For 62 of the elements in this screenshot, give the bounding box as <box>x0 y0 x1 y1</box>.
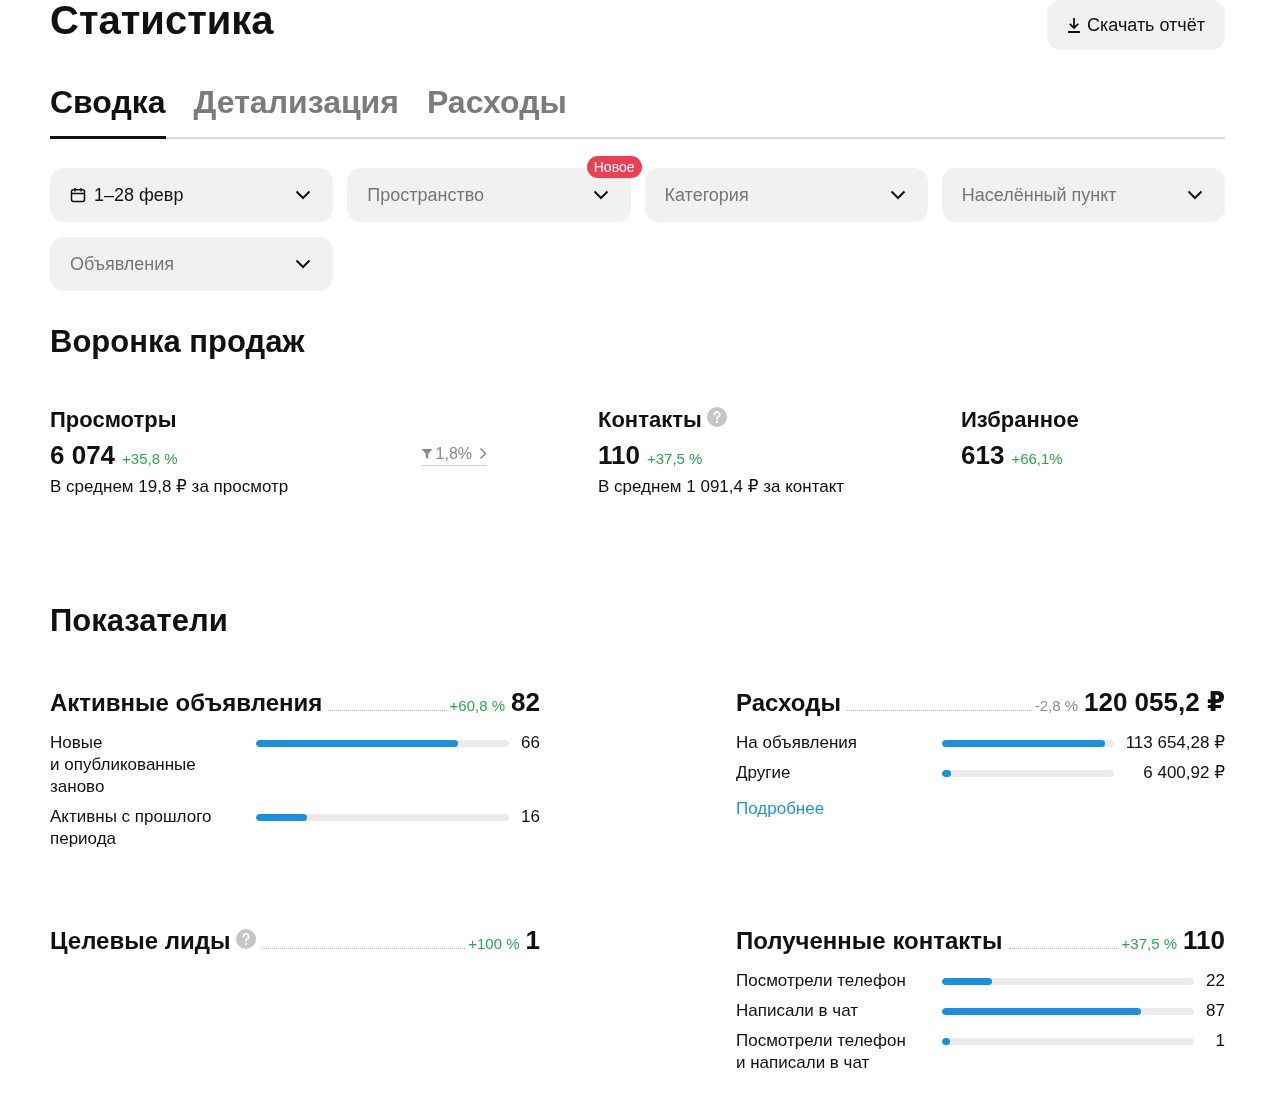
section-title: Показатели <box>50 602 229 640</box>
metric-title: Активные объявления <box>50 688 323 718</box>
chevron-down-icon <box>592 190 609 200</box>
metric-title: Полученные контакты <box>736 926 1003 956</box>
chevron-down-icon <box>295 190 312 200</box>
row-label: Другие <box>736 762 792 784</box>
change-percent: +35,8 % <box>122 450 178 467</box>
row-value: 87 <box>1206 1000 1225 1022</box>
row-value: 66 <box>521 732 540 754</box>
row-label: Новые и опубликованные заново <box>50 732 197 798</box>
change-percent: +60,8 % <box>449 697 506 714</box>
row-value: 113 654,28 ₽ <box>1125 732 1225 754</box>
metric-title: Расходы <box>736 688 841 718</box>
metric-total: 82 <box>511 687 540 717</box>
metric-note: В среднем 19,8 ₽ за просмотр <box>50 476 290 498</box>
metric-value: 613 <box>961 440 1005 470</box>
download-report-button[interactable]: Скачать отчёт <box>1047 0 1225 50</box>
chevron-down-icon <box>295 259 312 269</box>
change-percent: +37,5 % <box>1121 935 1178 952</box>
chevron-right-icon <box>479 447 487 460</box>
metric-total: 110 <box>1183 925 1225 955</box>
metric-total: 1 <box>525 925 540 955</box>
calendar-icon <box>70 187 86 203</box>
new-badge: Новое <box>586 156 642 178</box>
download-icon <box>1067 17 1081 33</box>
row-value: 6 400,92 ₽ <box>1142 762 1225 784</box>
metric-title: Целевые лиды <box>50 926 231 956</box>
row-label: Активны с прошлого периода <box>50 806 213 850</box>
row-label: Посмотрели телефон и написали в чат <box>736 1030 907 1074</box>
metric-value: 6 074 <box>50 440 116 470</box>
change-percent: -2,8 % <box>1034 697 1078 714</box>
row-value: 16 <box>521 806 540 828</box>
conversion-link[interactable]: 1,8% <box>420 444 487 466</box>
filter-dropdown[interactable]: Категория <box>644 168 928 222</box>
row-value: 1 <box>1214 1030 1225 1052</box>
filter-dropdown[interactable]: Населённый пункт <box>941 168 1225 222</box>
filter-dropdown[interactable]: Объявления <box>50 237 334 291</box>
tab[interactable]: Сводка <box>50 82 166 139</box>
help-icon[interactable] <box>236 929 257 949</box>
help-icon[interactable] <box>706 407 727 427</box>
metric-title: Просмотры <box>50 407 177 433</box>
row-value: 22 <box>1206 970 1225 992</box>
row-label: Написали в чат <box>736 1000 859 1022</box>
chevron-down-icon <box>1187 190 1203 200</box>
details-link[interactable]: Подробнее <box>736 798 825 820</box>
metric-note: В среднем 1 091,4 ₽ за контакт <box>598 476 846 498</box>
metric-value: 110 <box>598 440 640 470</box>
row-label: На объявления <box>736 732 859 754</box>
page-title: Статистика <box>50 0 274 40</box>
metric-title: Контакты <box>598 407 702 433</box>
funnel-icon <box>420 447 433 460</box>
date-range-dropdown[interactable]: 1–28 февр <box>50 168 334 222</box>
chevron-down-icon <box>889 190 906 200</box>
metric-total: 120 055,2 ₽ <box>1084 687 1225 717</box>
row-label: Посмотрели телефон <box>736 970 907 992</box>
change-percent: +66,1% <box>1011 450 1063 467</box>
metric-title: Избранное <box>961 407 1079 433</box>
change-percent: +100 % <box>468 935 520 952</box>
tab[interactable]: Детализация <box>193 82 399 139</box>
change-percent: +37,5 % <box>646 450 703 467</box>
section-title: Воронка продаж <box>50 323 306 361</box>
tab[interactable]: Расходы <box>426 82 567 139</box>
